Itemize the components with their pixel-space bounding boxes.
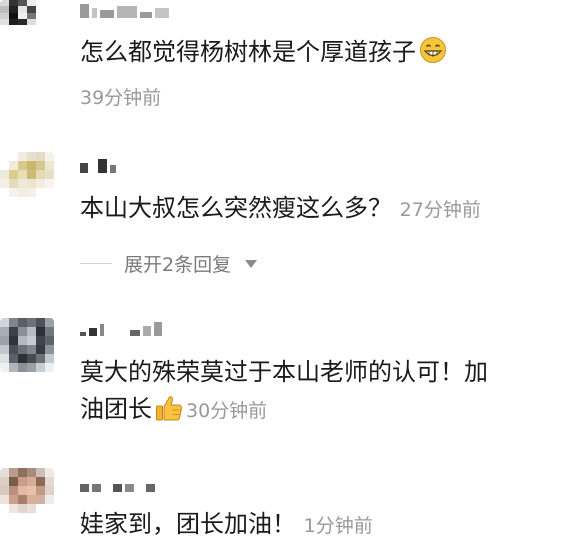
username-blurred[interactable]: [80, 2, 169, 18]
comment-text: 娃家到，团长加油！ 1分钟前: [80, 505, 373, 545]
triangle-down-icon: [245, 259, 258, 268]
comment-body: 本山大叔怎么突然瘦这么多？: [80, 194, 392, 222]
comment-text: 本山大叔怎么突然瘦这么多？ 27分钟前: [80, 189, 481, 229]
comment-body: 油团长: [80, 395, 152, 423]
comment-body: 娃家到，团长加油！: [80, 510, 296, 538]
avatar[interactable]: [0, 0, 54, 38]
thumbs-up-icon: [154, 393, 184, 423]
comment-time: 30分钟前: [186, 400, 268, 422]
expand-replies-button[interactable]: 展开2条回复: [80, 250, 258, 277]
comment-time: 39分钟前: [80, 87, 162, 109]
comment-text: 怎么都觉得杨树林是个厚道孩子: [80, 33, 448, 71]
username-blurred[interactable]: [80, 476, 155, 492]
comment-text-line2: 油团长 30分钟前: [80, 390, 267, 430]
avatar[interactable]: [0, 152, 54, 206]
avatar[interactable]: [0, 318, 54, 372]
avatar[interactable]: [0, 468, 54, 522]
username-blurred[interactable]: [80, 157, 116, 173]
grinning-face-icon: [418, 36, 448, 64]
comment-time: 27分钟前: [399, 199, 481, 221]
comment-text-line1: 莫大的殊荣莫过于本山老师的认可！加: [80, 358, 488, 386]
username-blurred[interactable]: [80, 320, 162, 336]
divider: [80, 263, 112, 264]
comment-body: 怎么都觉得杨树林是个厚道孩子: [80, 38, 416, 66]
expand-replies-label: 展开2条回复: [124, 254, 232, 276]
comment-time: 1分钟前: [303, 515, 373, 537]
